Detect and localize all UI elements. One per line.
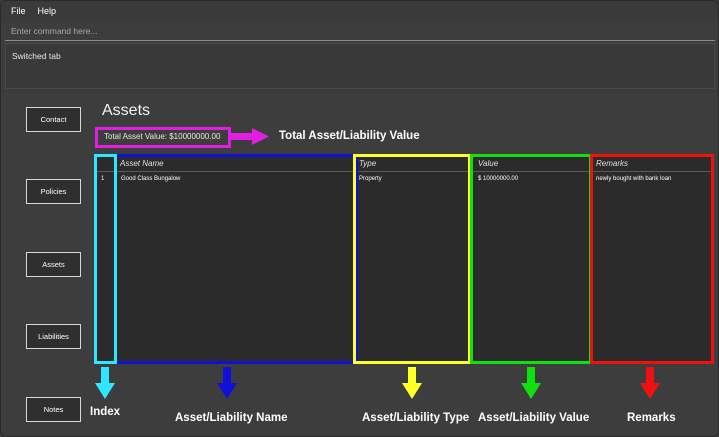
liabilities-button[interactable]: Liabilities — [26, 324, 81, 349]
remarks-arrow-icon — [640, 367, 660, 399]
value-annotation: Asset/Liability Value — [478, 412, 590, 424]
menu-file[interactable]: File — [11, 6, 26, 16]
type-column-highlight — [353, 154, 471, 364]
assets-button[interactable]: Assets — [26, 252, 81, 277]
index-arrow-icon — [95, 367, 115, 399]
index-annotation: Index — [90, 406, 121, 418]
menu-bar: File Help — [1, 1, 718, 21]
index-column-highlight — [94, 154, 117, 364]
name-annotation: Asset/Liability Name — [175, 412, 288, 424]
name-arrow-icon — [217, 367, 237, 399]
total-annotation: Total Asset/Liability Value — [279, 130, 420, 142]
remarks-column-highlight — [590, 154, 714, 364]
app-window: File Help Switched tab Contact Policies … — [0, 0, 719, 437]
type-arrow-icon — [402, 367, 422, 399]
value-column-highlight — [470, 154, 592, 364]
menu-help[interactable]: Help — [38, 6, 57, 16]
policies-button[interactable]: Policies — [26, 179, 81, 204]
value-arrow-icon — [521, 367, 541, 399]
result-text: Switched tab — [12, 51, 61, 61]
remarks-annotation: Remarks — [627, 412, 676, 424]
contact-button[interactable]: Contact — [26, 107, 81, 132]
notes-button[interactable]: Notes — [26, 397, 81, 422]
total-arrow-icon — [231, 128, 269, 145]
result-display: Switched tab — [5, 43, 715, 89]
type-annotation: Asset/Liability Type — [362, 412, 470, 424]
total-value-highlight — [95, 127, 231, 148]
name-column-highlight — [114, 154, 358, 364]
command-input[interactable] — [5, 21, 715, 41]
page-title: Assets — [102, 102, 151, 119]
